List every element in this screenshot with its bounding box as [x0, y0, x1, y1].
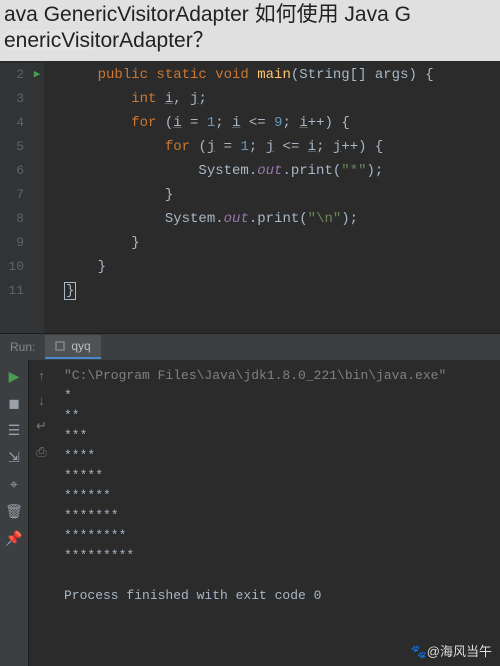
output-line: ** [64, 406, 490, 426]
run-panel-header: Run: qyq [0, 334, 500, 360]
run-sub-toolbar: ↑ ↓ ↵ ⎙ [28, 360, 54, 666]
export-icon[interactable]: ⇲ [8, 449, 20, 466]
overlay-question-title: ava GenericVisitorAdapter 如何使用 Java G en… [0, 0, 500, 61]
wrap-icon[interactable]: ↵ [36, 418, 47, 434]
output-line: ******* [64, 506, 490, 526]
up-icon[interactable]: ↑ [38, 368, 45, 383]
run-tab-qyq[interactable]: qyq [45, 335, 100, 359]
command-line: "C:\Program Files\Java\jdk1.8.0_221\bin\… [64, 366, 490, 386]
print-icon[interactable]: ⎙ [36, 444, 46, 460]
line-number-gutter: 23 45 67 89 1011 [0, 63, 30, 333]
fold-column: ▶ [30, 63, 44, 333]
run-tab-label: qyq [71, 339, 90, 353]
down-icon[interactable]: ↓ [38, 393, 45, 408]
paw-icon: 🐾 [411, 644, 427, 659]
output-line: ********* [64, 546, 490, 566]
output-line: ******** [64, 526, 490, 546]
console-output[interactable]: "C:\Program Files\Java\jdk1.8.0_221\bin\… [54, 360, 500, 666]
run-toolbar: ▶ ◼ ☰ ⇲ ⌖ 🗑 📌 [0, 360, 28, 666]
output-line: ***** [64, 466, 490, 486]
exit-line: Process finished with exit code 0 [64, 586, 490, 606]
run-label: Run: [0, 340, 45, 354]
rerun-icon[interactable]: ▶ [9, 368, 20, 385]
run-config-icon [55, 341, 65, 351]
output-line: *** [64, 426, 490, 446]
output-line: **** [64, 446, 490, 466]
stop-icon[interactable]: ◼ [8, 395, 20, 412]
run-panel: Run: qyq ▶ ◼ ☰ ⇲ ⌖ 🗑 📌 ↑ ↓ ↵ ⎙ "C:\Progr… [0, 333, 500, 666]
layout-icon[interactable]: ☰ [8, 422, 21, 439]
code-editor[interactable]: 23 45 67 89 1011 ▶ public static void ma… [0, 63, 500, 333]
pin-icon[interactable]: 📌 [5, 530, 22, 547]
watermark: 🐾@海风当午 [411, 641, 492, 660]
run-gutter-icon[interactable]: ▶ [34, 69, 41, 81]
output-line: * [64, 386, 490, 406]
trash-icon[interactable]: 🗑 [5, 503, 23, 520]
code-area[interactable]: public static void main(String[] args) {… [44, 63, 500, 333]
output-line: ****** [64, 486, 490, 506]
debug-icon[interactable]: ⌖ [10, 476, 18, 493]
